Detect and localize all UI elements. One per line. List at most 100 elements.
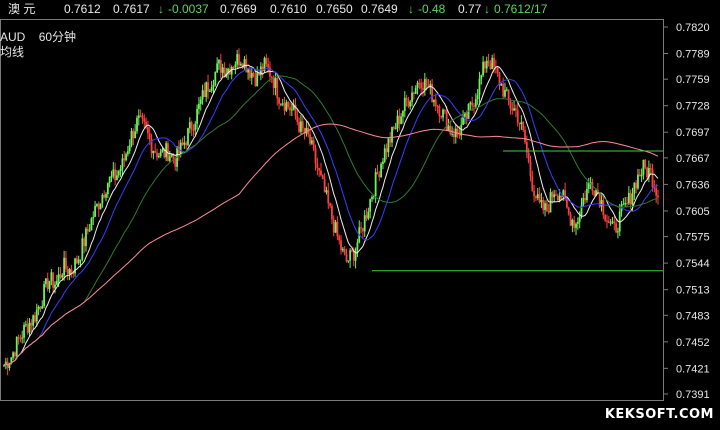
candle-body [50,272,53,281]
candle-body [66,268,69,275]
candle-body [143,118,146,122]
candle-body [123,158,126,161]
candle-body [44,278,47,285]
watermark-logo: KEKSOFT.COM [604,407,714,422]
candle-body [449,125,452,135]
candle-body [469,102,472,105]
candle-body [600,200,603,207]
candle-body [382,161,384,165]
candle-body [218,60,220,64]
candle-body [403,97,406,111]
candle-body [152,150,155,154]
candle-body [442,109,444,118]
candle-body [624,202,627,205]
candle-body [37,306,40,310]
candle-body [103,194,106,198]
candle-body [252,73,255,77]
candle-body [551,192,554,198]
candle-body [310,140,313,144]
candle-body [154,150,157,153]
y-tick-label: 0.7667 [676,153,710,165]
candle-body [649,168,652,170]
candle-body [361,228,364,232]
candle-body [411,92,413,102]
candle-body [505,89,508,91]
candle-body [196,108,199,124]
candle-body [309,134,311,144]
candle-body [576,221,579,224]
candle-body [638,174,641,177]
candle-body [332,219,335,233]
candle-body [655,188,658,196]
candle-body [59,274,62,278]
candle-body [573,220,576,228]
candle-body [398,115,401,124]
candle-body [609,222,612,224]
candle-body [174,158,177,167]
y-tick-label: 0.7513 [676,285,710,297]
y-tick-label: 0.7575 [676,232,710,244]
candle-body [553,194,556,198]
candle-body [28,322,31,333]
candle-body [445,111,448,132]
candle-body [578,216,581,222]
candle-body [114,169,117,181]
candle-body [396,115,399,129]
candle-body [378,174,381,178]
candle-body [502,83,505,97]
candle-body [179,142,182,154]
candle-body [642,159,645,175]
candle-body [141,115,144,119]
candle-body [407,100,410,107]
candle-body [400,116,403,124]
candle-body [402,110,404,117]
candle-body [423,79,426,90]
candle-body [571,220,574,226]
candle-body [529,161,532,177]
candle-body [575,223,577,228]
candle-body [484,61,486,69]
candle-body [476,95,479,100]
candle-body [631,193,634,205]
y-tick-label: 0.7636 [676,179,710,191]
candle-body [136,117,138,132]
candle-body [290,109,293,111]
candle-body [507,89,510,101]
candle-body [371,196,373,200]
candle-body [438,106,441,117]
candle-body [12,352,15,358]
candle-body [433,99,435,103]
candle-body [331,205,333,220]
candle-body [203,90,206,98]
candle-body [518,122,521,125]
candle-body [156,152,158,158]
candle-body [409,101,412,107]
candle-body [646,167,648,178]
candle-body [208,90,211,92]
candle-body [451,133,454,135]
candle-body [168,156,171,161]
y-tick-label: 0.7759 [676,74,710,86]
candle-body [212,84,215,87]
candle-body [130,130,133,146]
candle-body [340,240,342,251]
candle-body [70,269,73,274]
candle-body [92,216,95,219]
candle-body [323,179,326,193]
candle-body [199,99,202,104]
candle-body [301,121,304,129]
candle-body [560,195,563,197]
candle-body [356,242,359,250]
candle-body [289,107,291,111]
candle-body [185,142,188,146]
candle-body [236,54,239,65]
candle-body [272,77,275,88]
candle-body [134,131,137,139]
candle-body [602,200,605,216]
candle-body [593,190,596,196]
candle-body [480,75,483,79]
candle-body [283,103,286,111]
candle-body [327,190,330,204]
candle-body [159,151,162,156]
candle-body [249,69,251,78]
